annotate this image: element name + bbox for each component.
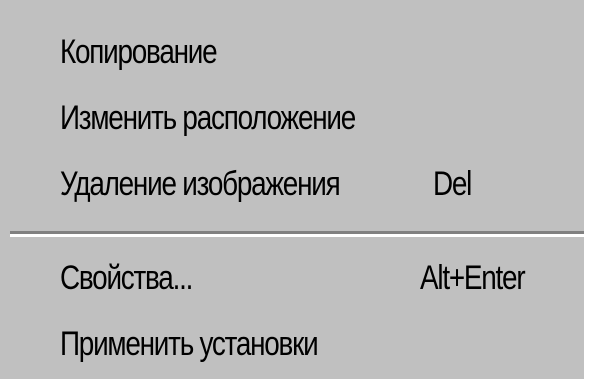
menu-separator [10,231,584,237]
menu-item-delete-image[interactable]: Удаление изображения Del [0,158,584,212]
menu-item-label: Удаление изображения [60,165,341,203]
menu-item-label: Копирование [60,33,218,71]
context-menu: Копирование Изменить расположение Удален… [0,0,584,379]
menu-item-label: Изменить расположение [60,99,356,137]
menu-item-label: Применить установки [60,325,319,363]
menu-item-properties[interactable]: Свойства... Alt+Enter [0,252,584,306]
menu-item-change-position[interactable]: Изменить расположение [0,92,584,146]
menu-item-apply-settings[interactable]: Применить установки [0,318,584,372]
menu-item-shortcut: Alt+Enter [420,259,526,297]
menu-item-shortcut: Del [433,165,472,203]
menu-item-label: Свойства... [60,259,193,297]
menu-item-copy[interactable]: Копирование [0,26,584,80]
